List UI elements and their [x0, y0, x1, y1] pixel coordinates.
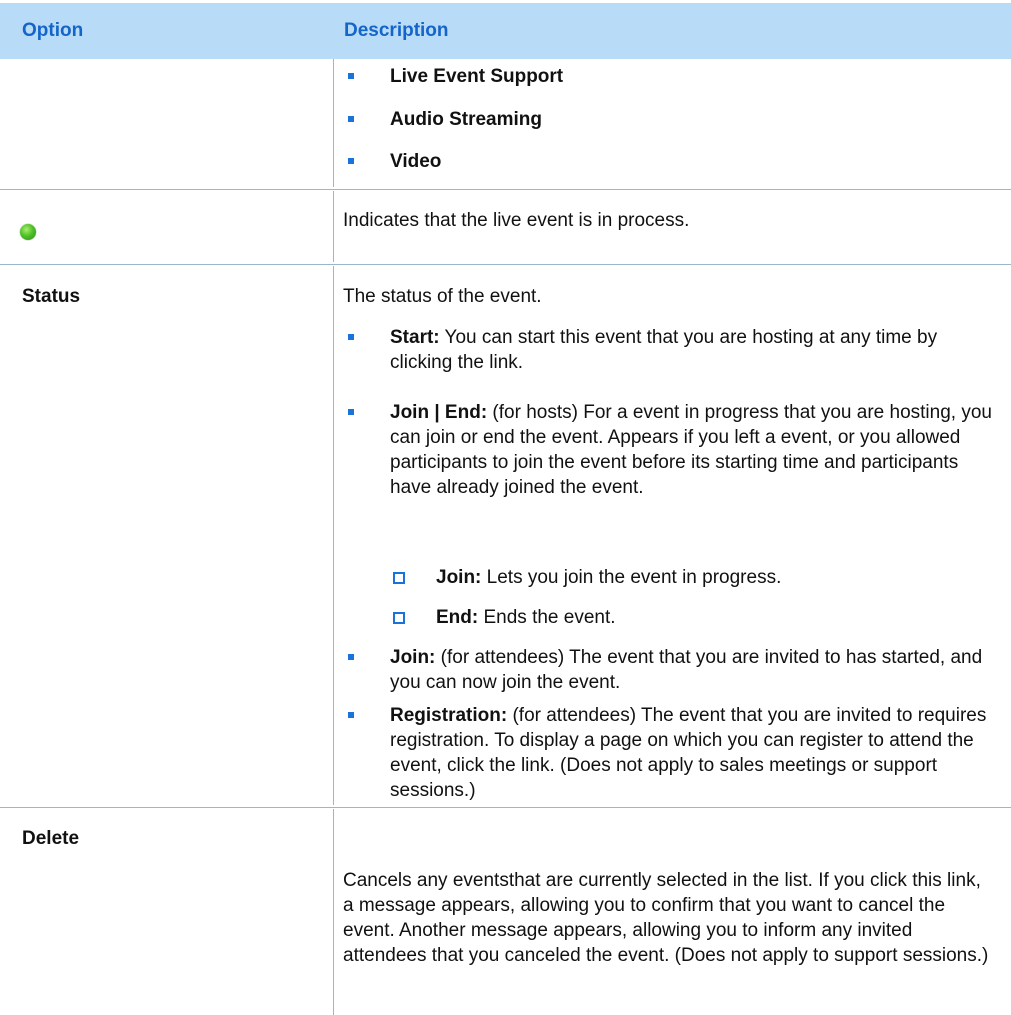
- item-term: Start:: [390, 327, 440, 348]
- list-item: Registration: (for attendees) The event …: [390, 703, 995, 803]
- sub-list-item: End: Ends the event.: [436, 605, 996, 630]
- green-status-icon: [20, 224, 36, 240]
- option-status: Status: [22, 286, 81, 307]
- bullet-icon: [348, 712, 354, 718]
- item-term: Join | End:: [390, 402, 488, 423]
- row-divider: [0, 807, 1011, 808]
- subitem-text: Ends the event.: [478, 607, 616, 628]
- list-item: Live Event Support: [390, 66, 564, 87]
- column-divider: [333, 266, 334, 805]
- indicator-description: Indicates that the live event is in proc…: [343, 210, 690, 231]
- bullet-icon: [348, 158, 354, 164]
- header-description: Description: [344, 20, 449, 41]
- list-item: Start: You can start this event that you…: [390, 325, 995, 375]
- subitem-text: Lets you join the event in progress.: [481, 567, 782, 588]
- column-divider: [333, 191, 334, 262]
- subitem-term: End:: [436, 607, 479, 628]
- bullet-icon: [348, 116, 354, 122]
- bullet-icon: [348, 654, 354, 660]
- item-term: Registration:: [390, 705, 508, 726]
- option-delete: Delete: [22, 828, 80, 849]
- checkbox-icon: [393, 572, 405, 584]
- table-header: Option Description: [0, 3, 1011, 59]
- bullet-icon: [348, 409, 354, 415]
- column-divider: [333, 809, 334, 1015]
- bullet-icon: [348, 73, 354, 79]
- sub-list-item: Join: Lets you join the event in progres…: [436, 565, 996, 590]
- checkbox-icon: [393, 612, 405, 624]
- delete-description: Cancels any eventsthat are currently sel…: [343, 870, 989, 966]
- row-divider: [0, 189, 1011, 190]
- list-item: Video: [390, 151, 442, 172]
- bullet-icon: [348, 334, 354, 340]
- options-table: Option Description Live Event Support Au…: [0, 0, 1011, 1015]
- status-intro: The status of the event.: [343, 286, 542, 307]
- item-text: You can start this event that you are ho…: [390, 327, 938, 373]
- row-divider: [0, 264, 1011, 265]
- item-text: (for attendees) The event that you are i…: [390, 647, 983, 693]
- header-option: Option: [22, 20, 84, 41]
- column-divider: [333, 59, 334, 187]
- list-item: Join | End: (for hosts) For a event in p…: [390, 400, 995, 500]
- list-item: Audio Streaming: [390, 109, 543, 130]
- item-term: Join:: [390, 647, 436, 668]
- list-item: Join: (for attendees) The event that you…: [390, 645, 995, 695]
- subitem-term: Join:: [436, 567, 482, 588]
